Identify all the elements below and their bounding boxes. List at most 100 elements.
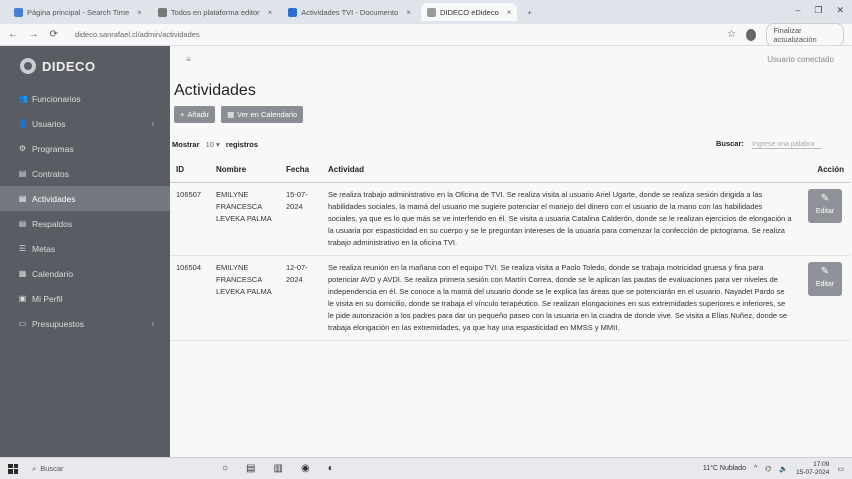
cell-id: 106507 <box>170 182 210 256</box>
edit-button[interactable]: ✎ Editar <box>808 262 842 296</box>
bookmark-star-icon[interactable]: ☆ <box>727 29 736 40</box>
user-menu[interactable]: Usuario conectado <box>767 55 834 64</box>
add-button[interactable]: + Añadir <box>174 106 216 123</box>
user-icon: 👤 <box>18 119 28 128</box>
volume-icon[interactable]: 🔈 <box>779 465 788 473</box>
tray-chevron-icon[interactable]: ^ <box>754 465 757 472</box>
sidebar-item-contratos[interactable]: ▤ Contratos <box>0 161 170 186</box>
calendar-button[interactable]: ▦ Ver en Calendario <box>221 106 304 123</box>
edit-icon: ✎ <box>820 193 830 204</box>
table-row: 106504 EMILYNE FRANCESCA LEVEKA PALMA 12-0… <box>170 255 850 341</box>
menu-toggle-icon[interactable]: ≡ <box>186 55 191 64</box>
taskbar: ⌕ Buscar ○ ▤ ▥ ◉ ◐ 11°C Nublado ^ ⌬ 🔈 17:… <box>0 457 852 479</box>
tab-title: DIDECO eDideco <box>439 7 499 17</box>
file-explorer-icon[interactable]: ▤ <box>246 463 255 474</box>
cell-action: ✎ Editar <box>798 255 850 341</box>
calendar-icon: ▦ <box>18 269 27 278</box>
sidebar-item-actividades[interactable]: ▤ Actividades <box>0 186 170 211</box>
table-search: Buscar: Ingrese una palabra <box>716 139 822 149</box>
search-input[interactable]: Ingrese una palabra <box>752 141 822 149</box>
window-controls: – ❐ ✕ <box>795 5 844 16</box>
sidebar-item-label: Usuarios <box>32 118 66 129</box>
cell-name: EMILYNE FRANCESCA LEVEKA PALMA <box>210 182 280 256</box>
sidebar-item-calendario[interactable]: ▦ Calendario <box>0 261 170 286</box>
browser-icon[interactable]: ◐ <box>328 463 334 474</box>
brand[interactable]: DIDECO <box>0 46 170 86</box>
new-tab-icon[interactable]: + <box>521 3 537 21</box>
tab-favicon-icon <box>288 7 298 17</box>
users-icon: 👥 <box>18 94 28 103</box>
browser-tab[interactable]: Todos en plataforma editor × <box>152 3 278 21</box>
document-icon: ▤ <box>18 219 27 228</box>
page-length-select[interactable]: 10 ▾ <box>202 140 224 149</box>
tab-favicon-icon <box>157 7 167 17</box>
task-view-icon[interactable]: ○ <box>222 463 228 474</box>
page-title: Actividades <box>174 82 256 99</box>
clock[interactable]: 17:09 15-07-2024 <box>796 461 829 477</box>
edit-button[interactable]: ✎ Editar <box>808 189 842 223</box>
store-icon[interactable]: ▥ <box>274 463 283 474</box>
calendar-icon: ▦ <box>227 110 235 119</box>
chrome-icon[interactable]: ◉ <box>301 463 310 474</box>
brand-name: DIDECO <box>42 58 96 74</box>
sidebar-item-label: Contratos <box>32 168 69 179</box>
tab-close-icon[interactable]: × <box>268 8 273 17</box>
tab-close-icon[interactable]: × <box>406 8 411 17</box>
cell-activity: Se realiza reunión en la mañana con el e… <box>322 255 798 341</box>
update-button[interactable]: Finalizar actualización <box>766 22 844 47</box>
sidebar-item-label: Presupuestos <box>32 318 84 329</box>
money-icon: ▭ <box>18 319 27 328</box>
browser-tab[interactable]: Página principal - Search Time × <box>8 3 148 21</box>
column-header-id[interactable]: ID <box>170 159 210 183</box>
reload-icon[interactable]: ⟳ <box>49 29 59 40</box>
browser-tab[interactable]: DIDECO eDideco × <box>420 3 518 21</box>
sidebar-item-label: Funcionarios <box>32 93 81 104</box>
forward-icon[interactable]: → <box>28 29 39 40</box>
logo-icon <box>20 58 36 74</box>
chevron-left-icon: ‹ <box>151 119 154 128</box>
column-header-name[interactable]: Nombre <box>210 159 280 183</box>
sidebar-item-funcionarios[interactable]: 👥 Funcionarios <box>0 86 170 111</box>
notifications-icon[interactable]: ▭ <box>837 465 844 473</box>
tab-close-icon[interactable]: × <box>507 8 512 17</box>
cell-date: 12-07-2024 <box>280 255 322 341</box>
system-tray: 11°C Nublado ^ ⌬ 🔈 17:09 15-07-2024 ▭ <box>703 461 844 477</box>
maximize-icon[interactable]: ❐ <box>814 5 822 16</box>
sidebar-item-respaldos[interactable]: ▤ Respaldos <box>0 211 170 236</box>
sidebar-item-presupuestos[interactable]: ▭ Presupuestos ‹ <box>0 311 170 336</box>
column-header-activity[interactable]: Actividad <box>322 159 798 183</box>
tab-title: Todos en plataforma editor <box>170 7 260 17</box>
sidebar-item-metas[interactable]: ☰ Metas <box>0 236 170 261</box>
close-icon[interactable]: ✕ <box>836 5 844 16</box>
activities-table: ID Nombre Fecha Actividad Acción 106507 E… <box>170 159 850 341</box>
cell-id: 106504 <box>170 255 210 341</box>
sidebar-item-usuarios[interactable]: 👤 Usuarios ‹ <box>0 111 170 136</box>
table-header-row: ID Nombre Fecha Actividad Acción <box>170 159 850 183</box>
tab-close-icon[interactable]: × <box>137 8 142 17</box>
url-field[interactable]: dideco.sanrafael.cl/admin/actividades <box>69 27 689 42</box>
browser-tab[interactable]: Actividades TVI - Documento × <box>282 3 417 21</box>
column-header-date[interactable]: Fecha <box>280 159 322 183</box>
taskbar-search[interactable]: ⌕ Buscar <box>32 464 192 474</box>
list-icon: ☰ <box>18 244 27 253</box>
windows-start-icon[interactable] <box>8 463 18 474</box>
taskbar-apps: ○ ▤ ▥ ◉ ◐ <box>222 463 334 474</box>
tab-favicon-icon <box>14 7 23 17</box>
document-icon: ▤ <box>18 194 27 203</box>
plus-icon: + <box>180 110 185 119</box>
table-row: 106507 EMILYNE FRANCESCA LEVEKA PALMA 15-0… <box>170 182 850 256</box>
minimize-icon[interactable]: – <box>795 5 800 16</box>
sidebar-item-label: Respaldos <box>32 218 73 229</box>
search-icon: ⌕ <box>32 463 37 473</box>
browser-tab-bar: Página principal - Search Time × Todos en … <box>0 0 852 24</box>
back-icon[interactable]: ← <box>8 29 18 40</box>
edit-icon: ✎ <box>820 266 830 277</box>
profile-avatar[interactable] <box>746 28 757 41</box>
sidebar-item-programas[interactable]: ⚙ Programas <box>0 136 170 161</box>
main-content: ≡ Usuario conectado Actividades + Añadir … <box>170 46 852 457</box>
weather-widget[interactable]: 11°C Nublado <box>703 465 746 472</box>
sidebar-item-label: Programas <box>32 143 74 154</box>
network-icon[interactable]: ⌬ <box>765 465 771 473</box>
page-length: Mostrar 10 ▾ registros <box>172 139 259 149</box>
sidebar-item-mi-perfil[interactable]: ▣ Mi Perfil <box>0 286 170 311</box>
